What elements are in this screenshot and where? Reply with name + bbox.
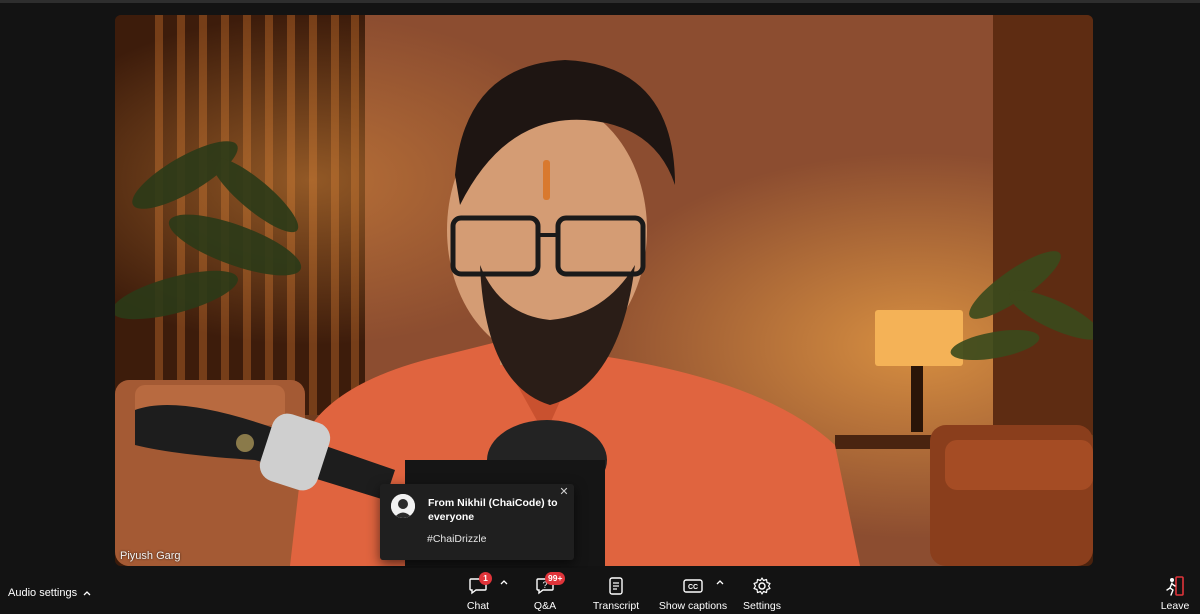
chat-notification-toast[interactable]: From Nikhil (ChaiCode) to everyone #Chai… [380, 484, 574, 560]
show-captions-button[interactable]: CC Show captions [658, 568, 728, 614]
qa-label: Q&A [533, 600, 557, 612]
chat-label: Chat [466, 600, 490, 612]
gear-icon [753, 577, 771, 595]
qa-button[interactable]: ? 99+ Q&A [529, 568, 566, 614]
leave-button[interactable]: Leave [1160, 568, 1190, 614]
leave-label: Leave [1160, 600, 1190, 612]
person-avatar-icon [391, 494, 415, 518]
audio-settings-label: Audio settings [8, 587, 78, 599]
window-top-edge [0, 0, 1200, 3]
cc-icon: CC [683, 579, 703, 593]
leave-icon [1166, 576, 1184, 596]
audio-settings-button[interactable]: Audio settings [8, 587, 91, 599]
transcript-icon [609, 577, 623, 595]
notification-title: From Nikhil (ChaiCode) to everyone [428, 497, 558, 523]
chat-badge: 1 [479, 572, 492, 585]
transcript-button[interactable]: Transcript [592, 568, 640, 614]
chevron-up-icon [83, 591, 91, 596]
participant-video-feed [115, 15, 1093, 566]
svg-text:CC: CC [688, 584, 698, 591]
settings-button[interactable]: Settings [742, 568, 782, 614]
captions-options-chevron-icon[interactable] [715, 578, 725, 588]
meeting-control-bar: Audio settings 1 Chat ? 99+ Q&A Transcri… [0, 568, 1200, 614]
transcript-label: Transcript [592, 600, 640, 612]
chat-options-chevron-icon[interactable] [499, 578, 509, 588]
close-icon[interactable]: ✕ [558, 486, 570, 498]
settings-label: Settings [743, 600, 781, 612]
qa-badge: 99+ [545, 572, 566, 585]
chat-button[interactable]: 1 Chat [462, 568, 494, 614]
notification-message: #ChaiDrizzle [427, 533, 487, 545]
participant-name-label: Piyush Garg [120, 550, 181, 562]
show-captions-label: Show captions [658, 600, 728, 612]
participant-video-tile[interactable]: Piyush Garg [115, 15, 1093, 566]
